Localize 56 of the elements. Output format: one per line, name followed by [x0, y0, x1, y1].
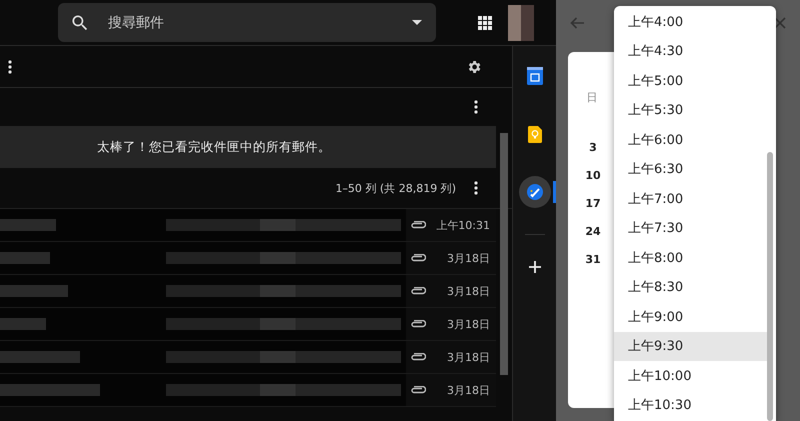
- mail-time: 3月18日: [446, 350, 490, 364]
- search-icon: [70, 12, 90, 32]
- time-option[interactable]: 上午4:30: [614, 36, 768, 66]
- weekday-label: 日: [586, 90, 598, 105]
- mail-time: 3月18日: [446, 382, 490, 398]
- lightbulb-note-icon: [528, 126, 542, 142]
- scrollbar[interactable]: [767, 152, 773, 421]
- redacted-sender-block: [0, 219, 56, 231]
- close-icon[interactable]: [774, 17, 786, 29]
- banner-message: 太棒了！您已看完收件匣中的所有郵件。: [97, 138, 331, 156]
- time-option[interactable]: 上午10:00: [614, 361, 768, 390]
- mail-row[interactable]: 上午10:31: [0, 209, 496, 242]
- time-option[interactable]: 上午7:30: [614, 214, 768, 243]
- search-field[interactable]: 搜尋郵件: [106, 14, 396, 32]
- caret-icon[interactable]: [412, 20, 422, 25]
- mail-time: 3月18日: [446, 316, 490, 332]
- more-icon[interactable]: [474, 181, 478, 195]
- time-option[interactable]: 上午9:00: [614, 302, 768, 332]
- mail-row[interactable]: 3月18日: [0, 242, 496, 275]
- time-option[interactable]: 上午10:30: [614, 390, 768, 420]
- mail-row[interactable]: 3月18日: [0, 374, 496, 407]
- time-option[interactable]: 上午9:30: [614, 332, 768, 361]
- addon-button[interactable]: [518, 176, 550, 208]
- checkmark-circle-icon: [526, 184, 542, 200]
- time-option[interactable]: 上午6:00: [614, 125, 768, 154]
- time-option[interactable]: 上午4:00: [614, 7, 768, 36]
- time-option[interactable]: 上午5:30: [614, 96, 768, 125]
- time-option[interactable]: 上午6:30: [614, 154, 768, 184]
- time-option[interactable]: 上午5:00: [614, 66, 768, 96]
- redacted-sender-block: [0, 318, 46, 330]
- calendar-date[interactable]: 17: [584, 195, 602, 213]
- time-option[interactable]: 上午8:00: [614, 243, 768, 272]
- mail-row[interactable]: 3月18日: [0, 275, 496, 308]
- more-icon[interactable]: [8, 60, 12, 74]
- calendar-icon: [526, 67, 542, 85]
- mail-time: 3月18日: [446, 250, 490, 266]
- mail-row[interactable]: 3月18日: [0, 308, 496, 341]
- settings-icon[interactable]: [466, 58, 482, 74]
- mail-time: 3月18日: [446, 284, 490, 298]
- scrollbar[interactable]: [500, 133, 508, 375]
- time-option[interactable]: 上午8:30: [614, 272, 768, 302]
- more-icon[interactable]: [474, 100, 478, 114]
- add-icon[interactable]: [528, 261, 540, 273]
- calendar-date[interactable]: 31: [584, 251, 602, 269]
- redacted-sender-block: [0, 252, 50, 264]
- mail-time: 上午10:31: [436, 218, 490, 232]
- search-bar[interactable]: 搜尋郵件: [58, 3, 436, 42]
- mail-row[interactable]: 3月18日: [0, 341, 496, 374]
- time-option[interactable]: 上午7:00: [614, 184, 768, 214]
- avatar[interactable]: [508, 4, 534, 40]
- calendar-date[interactable]: 10: [584, 167, 602, 185]
- redacted-sender-block: [0, 285, 68, 297]
- calendar-date[interactable]: 3: [584, 139, 602, 157]
- calendar-date[interactable]: 24: [584, 223, 602, 241]
- apps-grid-icon[interactable]: [478, 16, 492, 30]
- pagination-text: 1–50 列 (共 28,819 列): [335, 180, 456, 196]
